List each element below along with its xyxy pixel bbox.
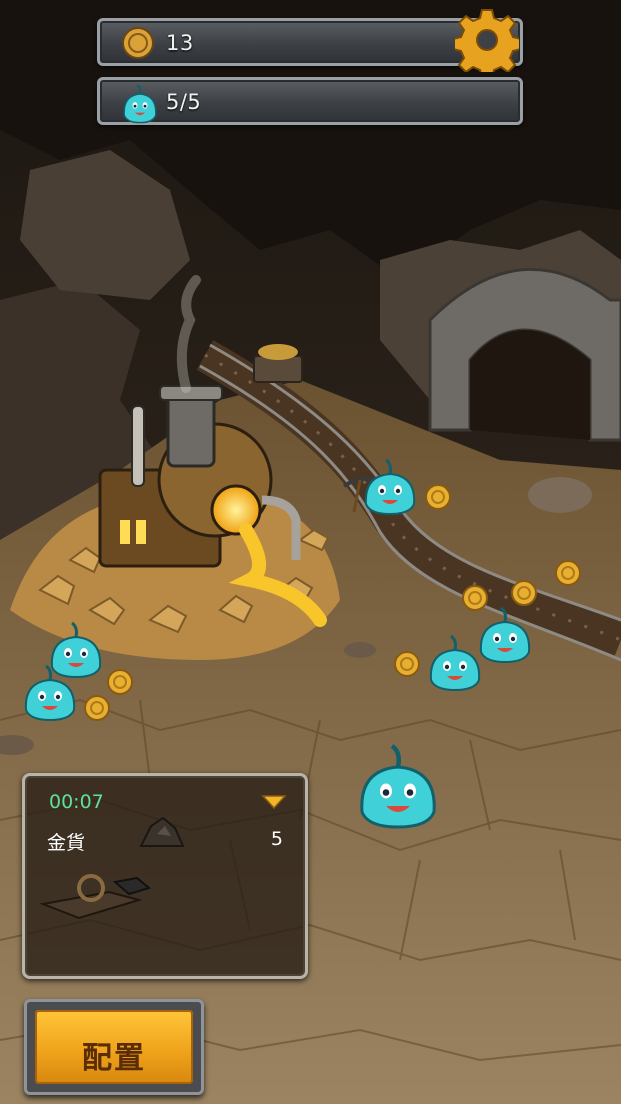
- ore-icon: [139, 816, 185, 847]
- settings-button[interactable]: [452, 8, 522, 79]
- slime-counter: 5/5: [97, 77, 523, 125]
- deploy-button[interactable]: 配置: [24, 999, 204, 1095]
- mining-tools-icon: [39, 874, 152, 920]
- mining-timer: 00:07: [49, 791, 104, 813]
- slime-icon: [123, 84, 157, 124]
- mining-info-panel: 00:07 金貨 5: [22, 773, 308, 979]
- deploy-button-face: 配置: [35, 1010, 193, 1084]
- reward-label: 金貨: [47, 832, 86, 854]
- coin-icon: [122, 27, 154, 59]
- slime-count: 5/5: [166, 90, 202, 114]
- coin-count: 13: [166, 31, 194, 55]
- slime-character: [362, 746, 434, 827]
- gear-icon: [452, 9, 522, 79]
- slime-character: [50, 621, 102, 679]
- slime-character: [429, 634, 481, 692]
- reward-count: 5: [270, 828, 283, 850]
- slime-character: [479, 606, 531, 664]
- gem-icon: [261, 795, 287, 810]
- slime-character: [364, 458, 416, 516]
- deploy-button-label: 配置: [82, 1041, 146, 1076]
